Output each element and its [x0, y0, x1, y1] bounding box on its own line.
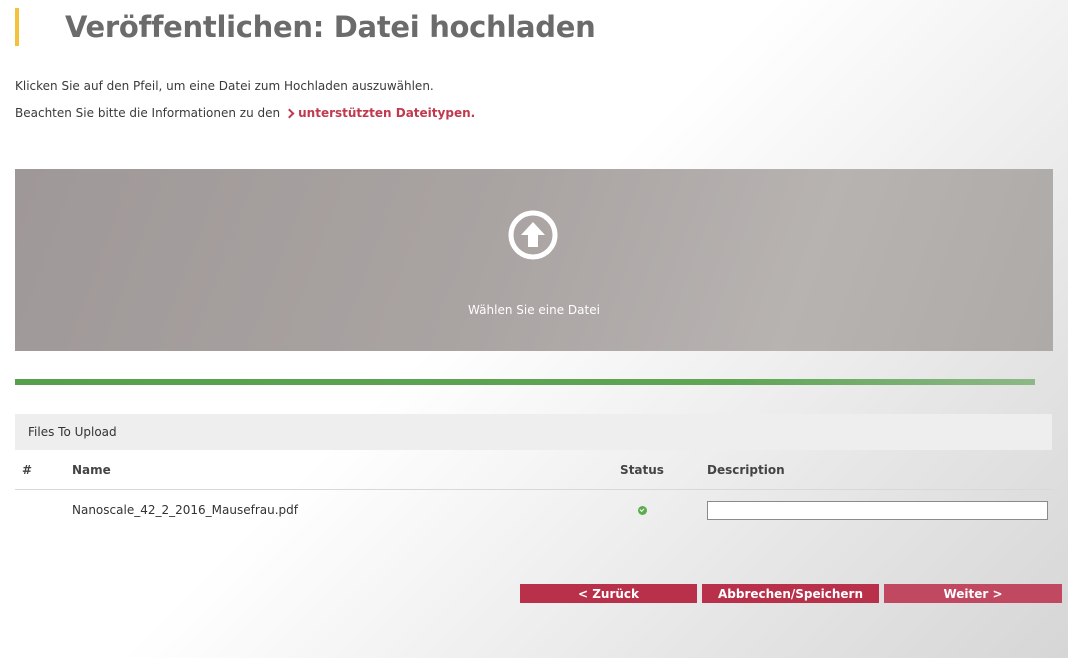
- file-name: Nanoscale_42_2_2016_Mausefrau.pdf: [72, 503, 298, 517]
- title-accent-bar: [15, 8, 19, 46]
- cancel-save-button[interactable]: Abbrechen/Speichern: [702, 584, 879, 603]
- upload-progress-bar: [15, 379, 1035, 385]
- upload-arrow-icon[interactable]: [508, 210, 558, 260]
- check-circle-icon: [637, 505, 647, 515]
- back-button[interactable]: < Zurück: [520, 584, 697, 603]
- filetypes-note-text: Beachten Sie bitte die Informationen zu …: [15, 106, 281, 120]
- upload-progress-fill: [15, 379, 1035, 385]
- file-status: [622, 490, 662, 530]
- supported-filetypes-link[interactable]: unterstützten Dateitypen.: [284, 106, 476, 120]
- chevron-right-icon: [284, 108, 295, 119]
- dropzone-label: Wählen Sie eine Datei: [468, 303, 600, 317]
- column-header-number: #: [22, 463, 33, 477]
- intro-text: Klicken Sie auf den Pfeil, um eine Datei…: [15, 79, 434, 93]
- file-description-cell: [707, 490, 1048, 530]
- files-table-header: # Name Status Description: [15, 451, 1052, 490]
- files-to-upload-title: Files To Upload: [28, 425, 117, 439]
- column-header-status: Status: [620, 463, 664, 477]
- description-input[interactable]: [707, 500, 1048, 520]
- files-table: # Name Status Description Nanoscale_42_2…: [15, 451, 1052, 530]
- column-header-name: Name: [72, 463, 111, 477]
- files-to-upload-header: Files To Upload: [15, 414, 1052, 450]
- filetypes-note: Beachten Sie bitte die Informationen zu …: [15, 106, 475, 120]
- page-header: Veröffentlichen: Datei hochladen: [15, 8, 596, 46]
- next-button[interactable]: Weiter >: [884, 584, 1062, 603]
- supported-filetypes-link-label: unterstützten Dateitypen.: [298, 106, 476, 120]
- file-dropzone[interactable]: Wählen Sie eine Datei: [15, 169, 1053, 351]
- column-header-description: Description: [707, 463, 785, 477]
- table-row: Nanoscale_42_2_2016_Mausefrau.pdf: [15, 490, 1052, 530]
- page-title: Veröffentlichen: Datei hochladen: [65, 10, 596, 44]
